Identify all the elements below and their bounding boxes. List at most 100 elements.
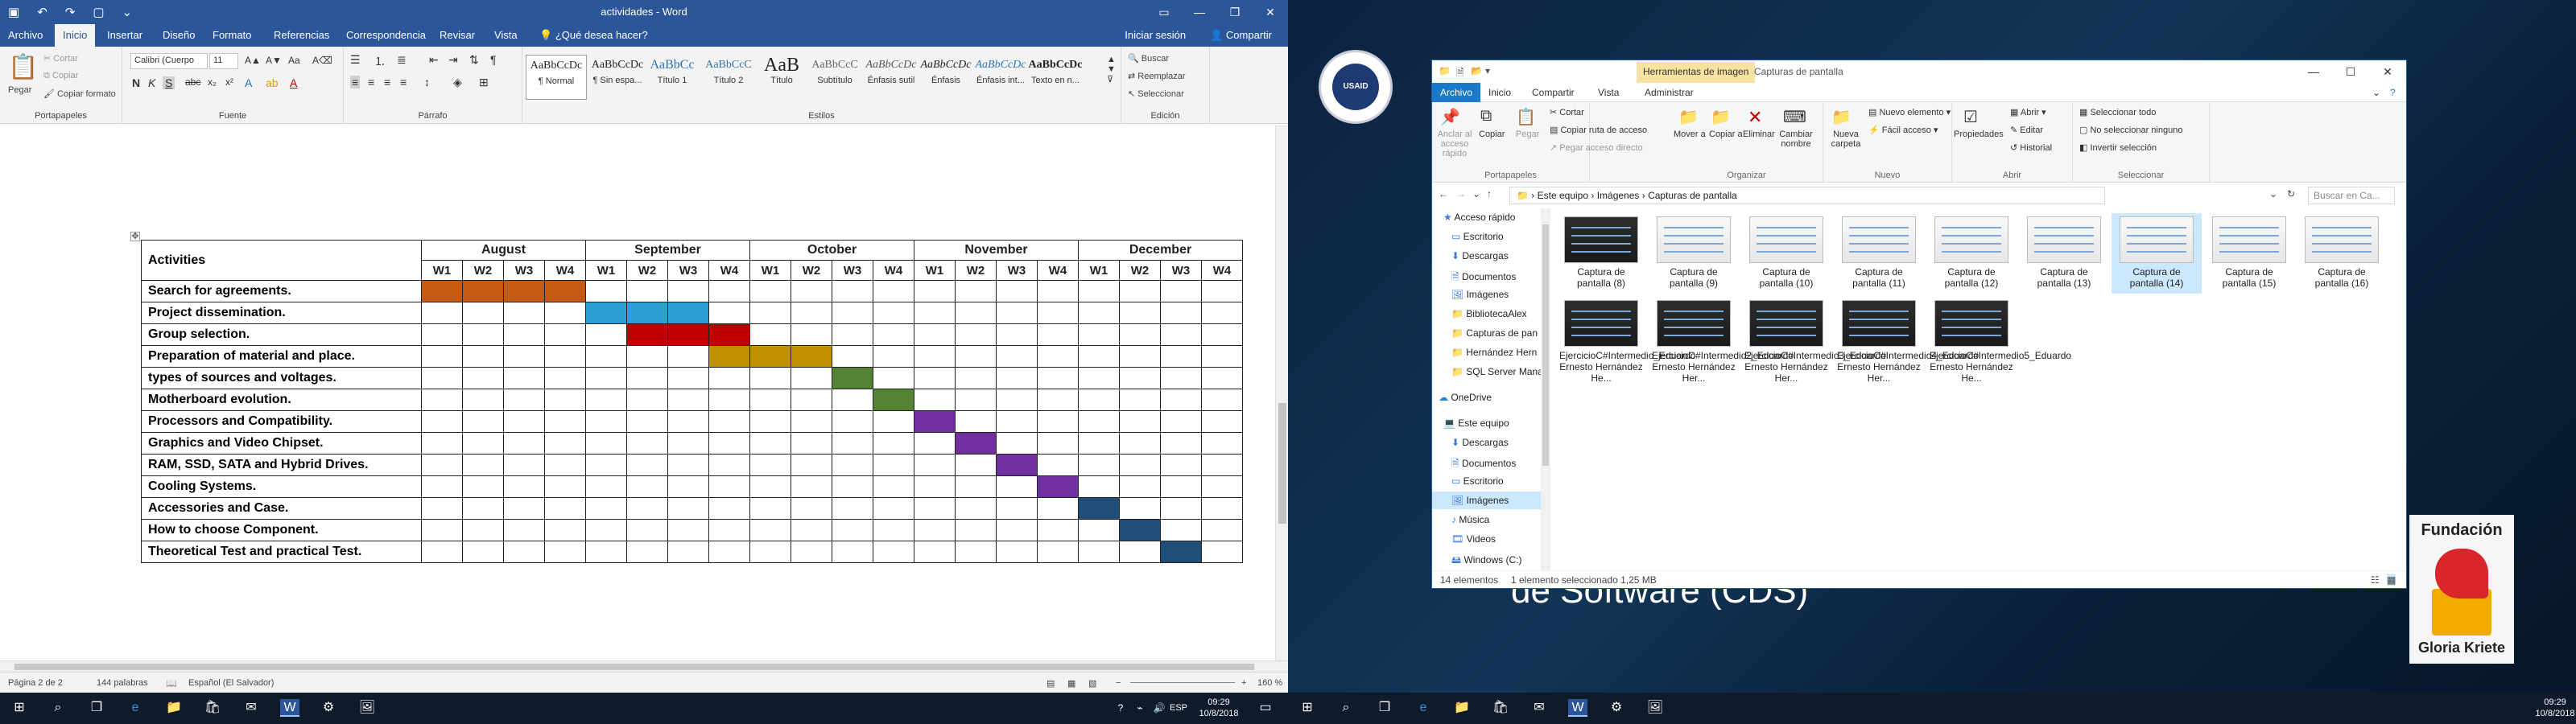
word-taskbar-icon[interactable]: W bbox=[1568, 699, 1587, 717]
web-layout-icon[interactable]: ▧ bbox=[1088, 678, 1096, 689]
timeline-cell[interactable] bbox=[708, 497, 750, 520]
timeline-cell[interactable] bbox=[1119, 323, 1161, 346]
timeline-cell[interactable] bbox=[1160, 519, 1202, 541]
timeline-cell[interactable] bbox=[1078, 389, 1120, 411]
timeline-cell[interactable] bbox=[462, 541, 504, 563]
timeline-cell[interactable] bbox=[421, 454, 463, 476]
timeline-cell[interactable] bbox=[1037, 519, 1079, 541]
timeline-cell[interactable] bbox=[462, 302, 504, 324]
timeline-cell[interactable] bbox=[462, 323, 504, 346]
timeline-cell[interactable] bbox=[914, 302, 956, 324]
timeline-cell[interactable] bbox=[955, 497, 997, 520]
timeline-cell[interactable] bbox=[708, 454, 750, 476]
timeline-cell[interactable] bbox=[544, 410, 586, 433]
timeline-cell[interactable] bbox=[1078, 345, 1120, 368]
easy-access-button[interactable]: ⚡ Fácil acceso ▾ bbox=[1868, 125, 1938, 135]
timeline-cell[interactable] bbox=[708, 389, 750, 411]
timeline-cell[interactable] bbox=[873, 280, 914, 302]
multilevel-list-icon[interactable]: ≣ bbox=[397, 53, 407, 67]
style-emphasis[interactable]: AaBbCcDc Énfasis bbox=[915, 55, 976, 100]
timeline-cell[interactable] bbox=[626, 454, 668, 476]
timeline-cell[interactable] bbox=[667, 497, 709, 520]
timeline-cell[interactable] bbox=[996, 410, 1038, 433]
timeline-bar-cell[interactable] bbox=[1037, 475, 1079, 498]
timeline-cell[interactable] bbox=[1201, 475, 1243, 498]
timeline-cell[interactable] bbox=[873, 345, 914, 368]
timeline-cell[interactable] bbox=[832, 519, 873, 541]
timeline-cell[interactable] bbox=[1160, 302, 1202, 324]
store-icon[interactable]: 🛍 bbox=[203, 699, 222, 717]
timeline-cell[interactable] bbox=[462, 475, 504, 498]
timeline-cell[interactable] bbox=[873, 454, 914, 476]
file-explorer-icon[interactable]: 📁 bbox=[1452, 699, 1472, 717]
file-tile[interactable]: Captura de pantalla (8) bbox=[1556, 213, 1646, 294]
timeline-cell[interactable] bbox=[1037, 389, 1079, 411]
timeline-cell[interactable] bbox=[996, 345, 1038, 368]
timeline-cell[interactable] bbox=[832, 475, 873, 498]
select-button[interactable]: ↖ Seleccionar bbox=[1128, 88, 1184, 99]
timeline-cell[interactable] bbox=[544, 345, 586, 368]
timeline-cell[interactable] bbox=[421, 432, 463, 455]
timeline-cell[interactable] bbox=[667, 280, 709, 302]
path-segment[interactable]: Imágenes bbox=[1597, 190, 1640, 201]
proofing-icon[interactable]: 📖 bbox=[166, 678, 177, 689]
windows-start-icon[interactable]: ⊞ bbox=[1298, 699, 1317, 717]
timeline-bar-cell[interactable] bbox=[791, 345, 832, 368]
timeline-cell[interactable] bbox=[544, 367, 586, 389]
timeline-cell[interactable] bbox=[1119, 302, 1161, 324]
timeline-cell[interactable] bbox=[708, 475, 750, 498]
timeline-cell[interactable] bbox=[626, 410, 668, 433]
timeline-cell[interactable] bbox=[1160, 475, 1202, 498]
timeline-cell[interactable] bbox=[1201, 497, 1243, 520]
timeline-bar-cell[interactable] bbox=[708, 345, 750, 368]
timeline-cell[interactable] bbox=[1037, 280, 1079, 302]
mail-icon[interactable]: ✉ bbox=[242, 699, 261, 717]
timeline-cell[interactable] bbox=[667, 432, 709, 455]
up-icon[interactable]: ↑ bbox=[1487, 188, 1492, 200]
nav-item[interactable]: 🎞 Videos bbox=[1432, 530, 1541, 548]
timeline-cell[interactable] bbox=[749, 302, 791, 324]
restore-button[interactable]: ❐ bbox=[1217, 0, 1253, 24]
cut-button[interactable]: ✂ Cortar bbox=[43, 53, 78, 64]
timeline-cell[interactable] bbox=[996, 541, 1038, 563]
path-segment[interactable]: Capturas de pantalla bbox=[1648, 190, 1737, 201]
timeline-cell[interactable] bbox=[832, 410, 873, 433]
pin-icon[interactable]: 📌 bbox=[1440, 107, 1460, 127]
timeline-cell[interactable] bbox=[708, 410, 750, 433]
rename-label[interactable]: Cambiar nombre bbox=[1778, 130, 1814, 149]
timeline-cell[interactable] bbox=[667, 541, 709, 563]
timeline-cell[interactable] bbox=[996, 302, 1038, 324]
timeline-cell[interactable] bbox=[1119, 497, 1161, 520]
timeline-cell[interactable] bbox=[503, 367, 545, 389]
style-no-spacing[interactable]: AaBbCcDc ¶ Sin espa... bbox=[587, 55, 648, 100]
back-icon[interactable]: ← bbox=[1439, 188, 1448, 200]
bullets-icon[interactable]: ☰ bbox=[350, 53, 361, 67]
timeline-bar-cell[interactable] bbox=[832, 367, 873, 389]
timeline-cell[interactable] bbox=[749, 454, 791, 476]
tab-administrar[interactable]: Administrar bbox=[1645, 87, 1694, 98]
timeline-cell[interactable] bbox=[544, 475, 586, 498]
tab-referencias[interactable]: Referencias bbox=[274, 29, 329, 41]
new-folder-label[interactable]: Nueva carpeta bbox=[1828, 130, 1864, 149]
shrink-font-icon[interactable]: A▼ bbox=[266, 55, 282, 66]
timeline-cell[interactable] bbox=[1119, 541, 1161, 563]
tab-archivo[interactable]: Archivo bbox=[8, 29, 43, 41]
highlight-icon[interactable]: ab bbox=[266, 76, 279, 89]
timeline-cell[interactable] bbox=[832, 302, 873, 324]
properties-label[interactable]: Propiedades bbox=[1954, 130, 2004, 139]
close-button[interactable]: ✕ bbox=[1253, 0, 1288, 24]
timeline-cell[interactable] bbox=[667, 389, 709, 411]
timeline-cell[interactable] bbox=[1160, 389, 1202, 411]
timeline-cell[interactable] bbox=[996, 367, 1038, 389]
zoom-out-icon[interactable]: − bbox=[1116, 678, 1121, 688]
timeline-cell[interactable] bbox=[1119, 389, 1161, 411]
timeline-cell[interactable] bbox=[421, 475, 463, 498]
timeline-cell[interactable] bbox=[873, 367, 914, 389]
timeline-cell[interactable] bbox=[1078, 323, 1120, 346]
timeline-cell[interactable] bbox=[421, 497, 463, 520]
nav-item[interactable]: 🖴 Windows (C:) bbox=[1432, 549, 1541, 567]
nav-item[interactable]: 🖼 Imágenes bbox=[1432, 286, 1541, 303]
tab-vista[interactable]: Vista bbox=[1598, 87, 1619, 98]
timeline-cell[interactable] bbox=[873, 410, 914, 433]
timeline-bar-cell[interactable] bbox=[421, 280, 463, 302]
